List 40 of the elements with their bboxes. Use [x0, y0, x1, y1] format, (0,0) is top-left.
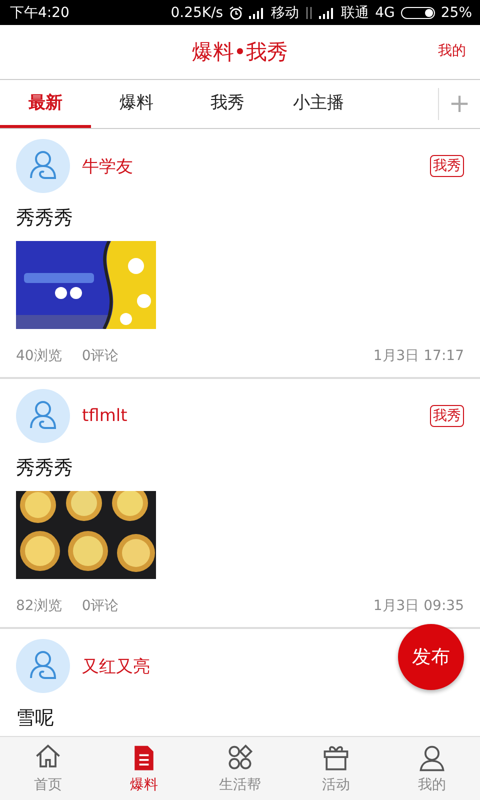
view-count: 82浏览	[16, 597, 62, 615]
nav-tab[interactable]: 生活帮	[192, 737, 288, 800]
mine-link[interactable]: 我的	[438, 42, 466, 60]
comment-count: 0评论	[82, 347, 119, 365]
avatar-icon	[16, 389, 70, 443]
category-tab[interactable]: 小主播	[273, 80, 364, 128]
post-text: 秀秀秀	[16, 456, 74, 481]
nav-tab[interactable]: 首页	[0, 737, 96, 800]
author-name[interactable]: 牛学友	[82, 154, 133, 178]
author-name[interactable]: tflmlt	[82, 406, 128, 426]
nav-tab[interactable]: 我的	[384, 737, 480, 800]
carrier-name: 移动	[271, 4, 300, 22]
post-time: 1月3日 09:35	[373, 597, 464, 615]
post-text: 秀秀秀	[16, 206, 74, 231]
publish-button[interactable]: 发布	[398, 624, 464, 690]
post-type-tag: 我秀	[430, 155, 464, 177]
view-count: 40浏览	[16, 347, 62, 365]
nav-tab[interactable]: 活动	[288, 737, 384, 800]
user-icon	[417, 743, 447, 773]
page-title: 爆料•我秀	[192, 39, 288, 66]
network-speed: 0.25K/s	[170, 4, 224, 20]
category-tab[interactable]: 我秀	[182, 80, 273, 128]
clock-time: 下午4:20	[10, 4, 70, 22]
post-text: 雪呢	[16, 706, 55, 731]
carrier-name: 联通	[341, 4, 370, 22]
signal-icon	[249, 6, 266, 18]
category-tab[interactable]: 最新	[0, 80, 91, 128]
signal-icon	[319, 6, 336, 18]
post-type-tag: 我秀	[430, 405, 464, 427]
author-name[interactable]: 又红又亮	[82, 654, 150, 678]
comment-count: 0评论	[82, 597, 119, 615]
avatar-icon	[16, 139, 70, 193]
nav-tab[interactable]: 爆料	[96, 737, 192, 800]
category-tab[interactable]: 爆料	[91, 80, 182, 128]
gift-icon	[321, 743, 351, 773]
avatar-icon	[16, 639, 70, 693]
battery-percent: 25%	[440, 4, 472, 20]
post-time: 1月3日 17:17	[373, 347, 464, 365]
network-type: 4G	[375, 4, 395, 20]
alarm-icon	[229, 6, 244, 20]
